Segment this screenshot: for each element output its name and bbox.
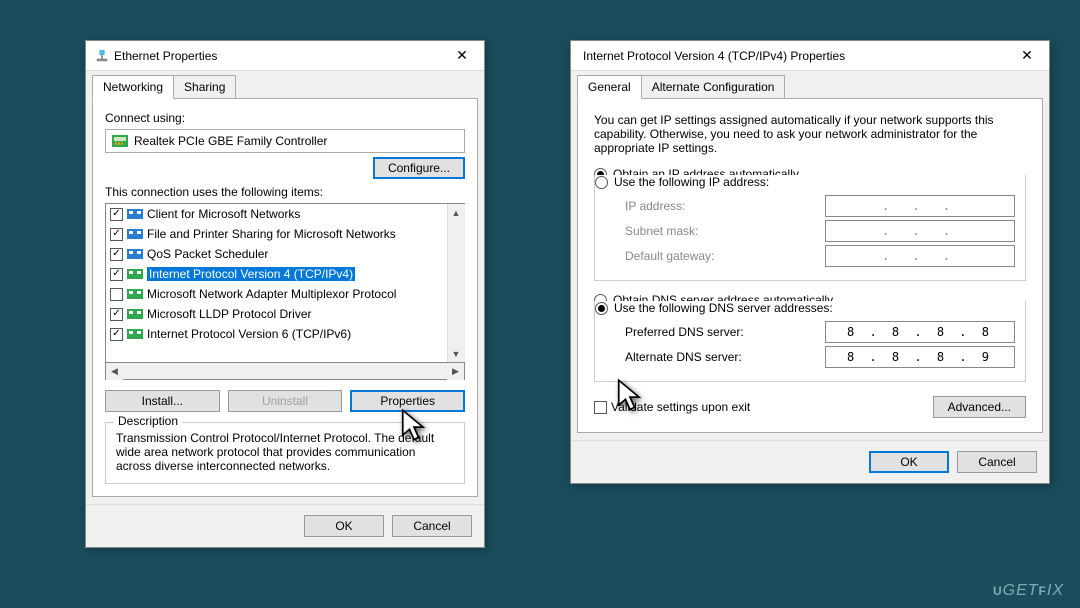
ipv4-titlebar[interactable]: Internet Protocol Version 4 (TCP/IPv4) P… <box>571 41 1049 71</box>
alternate-dns-label: Alternate DNS server: <box>625 350 825 364</box>
item-checkbox[interactable] <box>110 248 123 261</box>
protocol-icon <box>127 287 143 301</box>
item-checkbox[interactable] <box>110 268 123 281</box>
items-label: This connection uses the following items… <box>105 185 465 199</box>
radio-icon <box>595 176 608 189</box>
ethernet-footer: OK Cancel <box>86 504 484 547</box>
ethernet-tabs: Networking Sharing <box>86 71 484 99</box>
protocol-icon <box>127 227 143 241</box>
ipv4-blurb: You can get IP settings assigned automat… <box>594 113 1026 155</box>
advanced-button[interactable]: Advanced... <box>933 396 1026 418</box>
configure-button[interactable]: Configure... <box>373 157 465 179</box>
list-item[interactable]: Microsoft LLDP Protocol Driver <box>106 304 447 324</box>
radio-ip-manual[interactable]: Use the following IP address: <box>595 175 1015 189</box>
scroll-down-icon[interactable]: ▼ <box>448 345 465 362</box>
ipv4-title: Internet Protocol Version 4 (TCP/IPv4) P… <box>579 49 1005 63</box>
ipv4-footer: OK Cancel <box>571 440 1049 483</box>
item-checkbox[interactable] <box>110 208 123 221</box>
list-item[interactable]: Internet Protocol Version 6 (TCP/IPv6) <box>106 324 447 344</box>
close-icon[interactable]: ✕ <box>1005 41 1049 71</box>
list-item[interactable]: Client for Microsoft Networks <box>106 204 447 224</box>
tab-networking[interactable]: Networking <box>92 75 174 99</box>
preferred-dns-label: Preferred DNS server: <box>625 325 825 339</box>
scroll-left-icon[interactable]: ◀ <box>106 363 123 380</box>
tab-alternate-configuration[interactable]: Alternate Configuration <box>641 75 786 99</box>
item-label: Client for Microsoft Networks <box>147 207 300 221</box>
ipv4-properties-dialog: Internet Protocol Version 4 (TCP/IPv4) P… <box>570 40 1050 484</box>
item-checkbox[interactable] <box>110 228 123 241</box>
cancel-button[interactable]: Cancel <box>392 515 472 537</box>
uninstall-button: Uninstall <box>228 390 343 412</box>
scroll-track[interactable] <box>448 221 465 345</box>
vertical-scrollbar[interactable]: ▲ ▼ <box>447 204 464 362</box>
scroll-right-icon[interactable]: ▶ <box>447 363 464 380</box>
subnet-mask-field: . . . <box>825 220 1015 242</box>
item-checkbox[interactable] <box>110 328 123 341</box>
protocol-icon <box>127 307 143 321</box>
item-label: Internet Protocol Version 6 (TCP/IPv6) <box>147 327 351 341</box>
ok-button[interactable]: OK <box>869 451 949 473</box>
ethernet-properties-dialog: Ethernet Properties ✕ Networking Sharing… <box>85 40 485 548</box>
list-item[interactable]: QoS Packet Scheduler <box>106 244 447 264</box>
validate-checkbox[interactable] <box>594 401 607 414</box>
horizontal-scrollbar[interactable]: ◀ ▶ <box>105 363 465 380</box>
item-label: Microsoft Network Adapter Multiplexor Pr… <box>147 287 396 301</box>
nic-icon <box>112 135 128 147</box>
scroll-up-icon[interactable]: ▲ <box>448 204 465 221</box>
ipv4-tab-body: You can get IP settings assigned automat… <box>577 98 1043 433</box>
protocol-icon <box>127 247 143 261</box>
alternate-dns-field[interactable]: 8 . 8 . 8 . 9 <box>825 346 1015 368</box>
protocol-icon <box>127 327 143 341</box>
ip-address-field: . . . <box>825 195 1015 217</box>
watermark: UGETFIX <box>993 582 1064 600</box>
ethernet-icon <box>94 48 110 64</box>
item-label: File and Printer Sharing for Microsoft N… <box>147 227 396 241</box>
default-gateway-label: Default gateway: <box>625 249 825 263</box>
item-label: QoS Packet Scheduler <box>147 247 268 261</box>
connect-using-label: Connect using: <box>105 111 465 125</box>
list-item[interactable]: Microsoft Network Adapter Multiplexor Pr… <box>106 284 447 304</box>
ethernet-title: Ethernet Properties <box>110 49 440 63</box>
ipv4-tabs: General Alternate Configuration <box>571 71 1049 99</box>
tab-general[interactable]: General <box>577 75 642 99</box>
description-text: Transmission Control Protocol/Internet P… <box>116 431 434 473</box>
description-group: Description Transmission Control Protoco… <box>105 422 465 484</box>
subnet-mask-label: Subnet mask: <box>625 224 825 238</box>
ok-button[interactable]: OK <box>304 515 384 537</box>
protocol-icon <box>127 207 143 221</box>
network-items-listbox[interactable]: Client for Microsoft Networks File and Pr… <box>105 203 465 363</box>
ip-manual-group: Use the following IP address: IP address… <box>594 175 1026 281</box>
radio-ip-manual-label: Use the following IP address: <box>614 175 769 189</box>
item-label: Microsoft LLDP Protocol Driver <box>147 307 312 321</box>
adapter-field[interactable]: Realtek PCIe GBE Family Controller <box>105 129 465 153</box>
item-checkbox[interactable] <box>110 288 123 301</box>
cancel-button[interactable]: Cancel <box>957 451 1037 473</box>
install-button[interactable]: Install... <box>105 390 220 412</box>
preferred-dns-field[interactable]: 8 . 8 . 8 . 8 <box>825 321 1015 343</box>
list-item[interactable]: Internet Protocol Version 4 (TCP/IPv4) <box>106 264 447 284</box>
list-item[interactable]: File and Printer Sharing for Microsoft N… <box>106 224 447 244</box>
default-gateway-field: . . . <box>825 245 1015 267</box>
radio-dns-manual[interactable]: Use the following DNS server addresses: <box>595 301 1015 315</box>
item-label: Internet Protocol Version 4 (TCP/IPv4) <box>147 267 355 281</box>
close-icon[interactable]: ✕ <box>440 41 484 71</box>
protocol-icon <box>127 267 143 281</box>
description-title: Description <box>114 414 182 428</box>
ethernet-titlebar[interactable]: Ethernet Properties ✕ <box>86 41 484 71</box>
properties-button[interactable]: Properties <box>350 390 465 412</box>
tab-sharing[interactable]: Sharing <box>173 75 236 99</box>
dns-manual-group: Use the following DNS server addresses: … <box>594 301 1026 382</box>
radio-dns-manual-label: Use the following DNS server addresses: <box>614 301 833 315</box>
ip-address-label: IP address: <box>625 199 825 213</box>
adapter-name: Realtek PCIe GBE Family Controller <box>134 134 327 148</box>
ethernet-tab-body: Connect using: Realtek PCIe GBE Family C… <box>92 98 478 497</box>
radio-icon <box>595 302 608 315</box>
item-checkbox[interactable] <box>110 308 123 321</box>
validate-label: Validate settings upon exit <box>611 400 750 414</box>
